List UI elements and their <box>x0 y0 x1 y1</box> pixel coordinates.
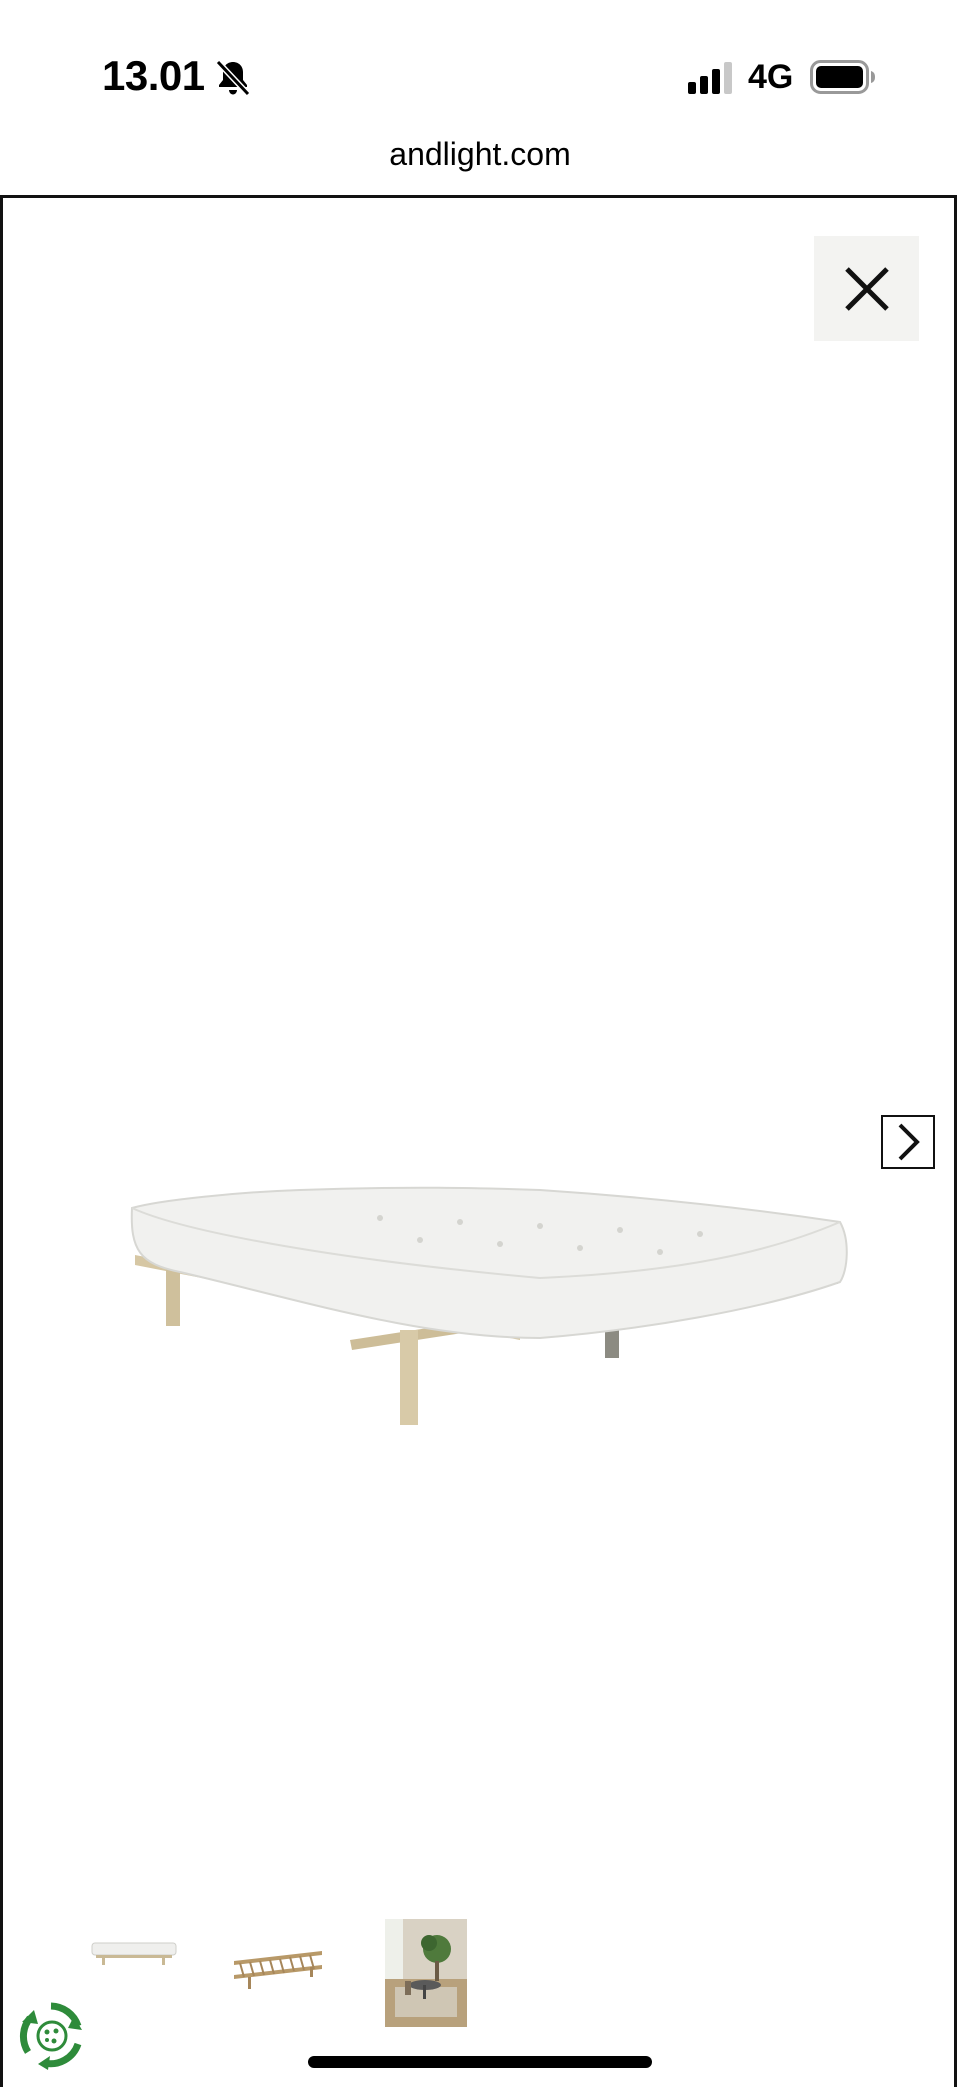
thumbnail-bed-mattress[interactable] <box>88 1935 180 1975</box>
address-bar-url[interactable]: andlight.com <box>0 136 960 173</box>
home-indicator[interactable] <box>308 2056 652 2068</box>
status-bar: 13.01 4G <box>0 0 960 140</box>
network-type: 4G <box>748 58 794 96</box>
image-lightbox <box>0 195 957 2087</box>
next-image-button[interactable] <box>881 1115 935 1169</box>
eco-badge-icon[interactable] <box>16 2000 86 2070</box>
chevron-right-icon <box>898 1123 920 1161</box>
close-icon <box>844 266 889 311</box>
status-time: 13.01 <box>102 52 205 99</box>
thumbnail-room-scene[interactable] <box>385 1919 467 2027</box>
battery-icon <box>810 60 875 94</box>
bell-slash-icon <box>215 59 251 97</box>
bed-with-mattress-image <box>130 1186 848 1425</box>
thumbnail-bed-frame[interactable] <box>230 1945 326 1995</box>
cellular-signal-icon <box>688 62 732 94</box>
close-button[interactable] <box>814 236 919 341</box>
